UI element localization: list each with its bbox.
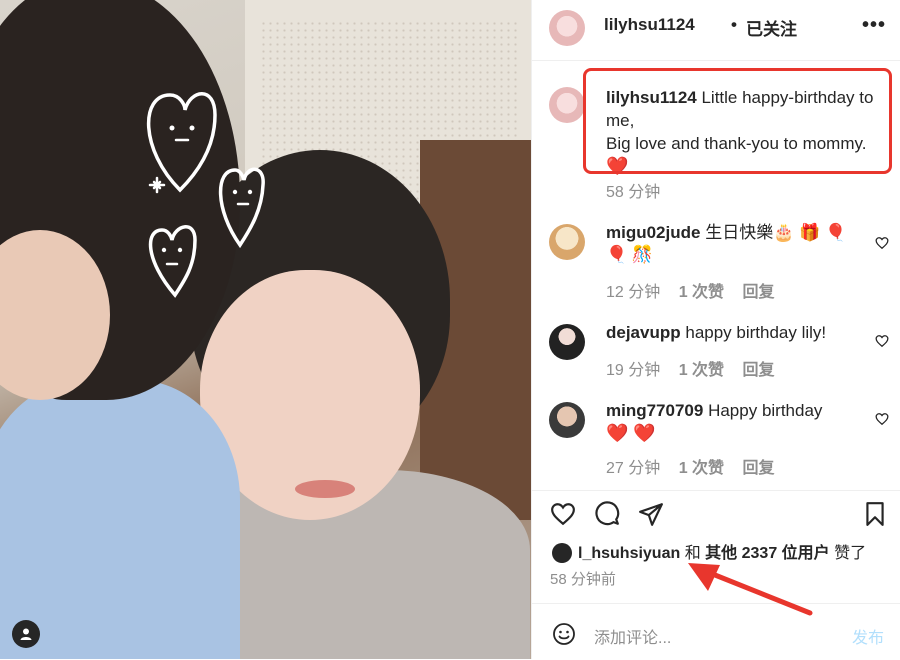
comment-username[interactable]: ming770709 (606, 401, 703, 420)
comment-meta: 27 分钟 1 次赞 回复 (606, 454, 789, 478)
reply-button[interactable]: 回复 (743, 460, 775, 477)
heart-outline-icon[interactable] (875, 236, 889, 250)
owner-avatar[interactable] (549, 10, 585, 46)
comment-body: Happy birthday (708, 401, 823, 420)
liker-avatar[interactable] (552, 543, 572, 563)
comment-like-count[interactable]: 1 次赞 (679, 460, 724, 477)
comment-text: migu02jude 生日快樂🎂 🎁 🎈 🎈 🎊 (606, 222, 856, 266)
caption-owner-avatar[interactable] (549, 87, 585, 123)
follow-status-button[interactable]: 已关注 (746, 15, 797, 40)
comment-meta: 12 分钟 1 次赞 回复 (606, 278, 789, 302)
owner-username[interactable]: lilyhsu1124 (604, 15, 695, 35)
liker-username[interactable]: l_hsuhsiyuan (578, 545, 680, 562)
comment-bubble-icon[interactable] (594, 501, 620, 527)
caption-highlight-box (583, 68, 892, 174)
share-send-icon[interactable] (638, 501, 664, 527)
post-timestamp: 58 分钟前 (550, 571, 616, 588)
comment-time: 12 分钟 (606, 284, 661, 301)
post-photo[interactable] (0, 0, 531, 659)
comment-time: 27 分钟 (606, 460, 661, 477)
photo-child-dress (0, 380, 240, 659)
comment-body-line2: 🎈 🎊 (606, 245, 654, 264)
comment-text: dejavupp happy birthday lily! (606, 322, 856, 344)
comment-input[interactable]: 添加评论... (594, 624, 671, 648)
comment-like-count[interactable]: 1 次赞 (679, 362, 724, 379)
instagram-post-view: lilyhsu1124 • 已关注 ••• lilyhsu1124 Little… (0, 0, 900, 659)
commenter-avatar[interactable] (549, 224, 585, 260)
post-action-bar (532, 490, 900, 531)
comment-body-line2: ❤️ ❤️ (606, 423, 656, 443)
bookmark-icon[interactable] (862, 501, 888, 527)
post-comment-button[interactable]: 发布 (852, 624, 884, 648)
likes-liked: 赞了 (834, 545, 867, 562)
post-header: lilyhsu1124 • 已关注 ••• (532, 0, 900, 61)
reply-button[interactable]: 回复 (743, 284, 775, 301)
comment-like-count[interactable]: 1 次赞 (679, 284, 724, 301)
comment-username[interactable]: migu02jude (606, 223, 700, 242)
heart-outline-icon[interactable] (875, 412, 889, 426)
person-icon (20, 628, 32, 640)
like-heart-icon[interactable] (550, 501, 576, 527)
heart-doodle-icon (147, 92, 265, 298)
caption-timestamp: 58 分钟 (606, 184, 661, 201)
comment-meta: 19 分钟 1 次赞 回复 (606, 356, 789, 380)
comment-body: happy birthday lily! (685, 323, 827, 342)
reply-button[interactable]: 回复 (743, 362, 775, 379)
photo-mother-lips (295, 480, 355, 498)
comment-time: 19 分钟 (606, 362, 661, 379)
comment-text: ming770709 Happy birthday ❤️ ❤️ (606, 400, 856, 445)
header-separator: • (731, 15, 737, 34)
comment-username[interactable]: dejavupp (606, 323, 681, 342)
heart-outline-icon[interactable] (875, 334, 889, 348)
more-options-icon[interactable]: ••• (862, 14, 886, 37)
comment-body: 生日快樂🎂 🎁 🎈 (705, 223, 847, 242)
commenter-avatar[interactable] (549, 402, 585, 438)
commenter-avatar[interactable] (549, 324, 585, 360)
emoji-picker-icon[interactable] (552, 622, 576, 646)
red-arrow-icon (688, 563, 813, 616)
user-tag-button[interactable] (12, 620, 40, 648)
